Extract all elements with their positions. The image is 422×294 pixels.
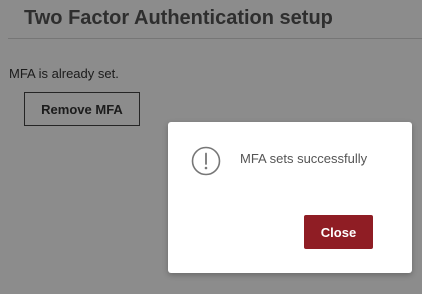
dialog-message: MFA sets successfully xyxy=(240,151,368,166)
close-button[interactable]: Close xyxy=(304,215,373,249)
exclamation-circle-icon xyxy=(191,146,221,176)
success-dialog: MFA sets successfully Close xyxy=(168,122,412,273)
